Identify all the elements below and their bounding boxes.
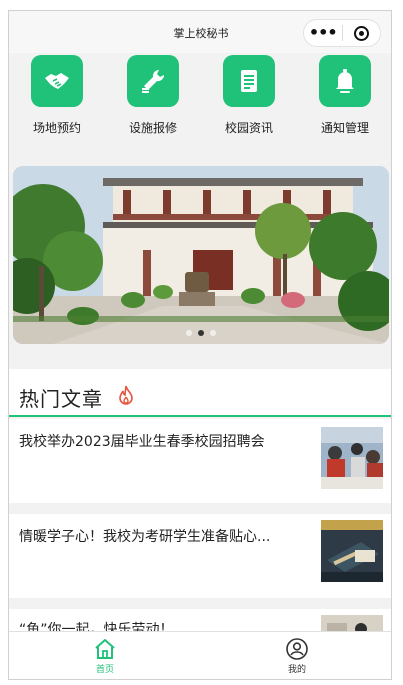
carousel-indicator xyxy=(13,330,389,336)
carousel-dot[interactable] xyxy=(210,330,216,336)
grid-label: 设施报修 xyxy=(128,121,177,135)
quick-access-grid: 场地预约 设施报修 校园资讯 通知管理 xyxy=(9,53,391,153)
home-icon xyxy=(95,639,115,659)
grid-label: 场地预约 xyxy=(32,121,81,135)
grid-item-facility-repair[interactable]: 设施报修 xyxy=(105,53,201,153)
carousel-dot[interactable] xyxy=(186,330,192,336)
handshake-icon xyxy=(31,55,83,107)
tab-mine[interactable]: 我的 xyxy=(201,632,391,679)
more-menu-button[interactable]: ••• xyxy=(304,20,342,46)
carousel-dot-active[interactable] xyxy=(198,330,204,336)
grid-label: 校园资讯 xyxy=(224,121,273,135)
tab-label: 首页 xyxy=(95,665,114,675)
close-program-button[interactable] xyxy=(342,25,380,41)
article-thumbnail xyxy=(321,520,383,582)
document-icon xyxy=(223,55,275,107)
user-profile-icon xyxy=(286,638,308,660)
target-icon xyxy=(353,25,369,41)
fire-icon xyxy=(119,385,133,405)
article-thumbnail xyxy=(321,427,383,489)
article-title: 情暖学子心！我校为考研学生准备贴心... xyxy=(19,529,271,545)
banner-carousel[interactable] xyxy=(13,166,389,344)
nav-bar: 掌上校秘书 ••• xyxy=(9,11,391,53)
tab-home[interactable]: 首页 xyxy=(9,632,201,679)
bell-icon xyxy=(319,55,371,107)
article-item[interactable]: 我校举办2023届毕业生春季校园招聘会 xyxy=(9,419,391,503)
mini-program-capsule: ••• xyxy=(303,19,381,47)
grid-item-venue-booking[interactable]: 场地预约 xyxy=(9,53,105,153)
campus-building-image xyxy=(13,166,389,344)
wrench-icon xyxy=(127,55,179,107)
article-title: 我校举办2023届毕业生春季校园招聘会 xyxy=(19,434,265,450)
grid-item-campus-news[interactable]: 校园资讯 xyxy=(201,53,297,153)
section-title: 热门文章 xyxy=(19,387,103,411)
grid-label: 通知管理 xyxy=(320,121,369,135)
tab-label: 我的 xyxy=(287,665,306,675)
app-frame: 掌上校秘书 ••• 场地预约 设施报修 校园资讯 通知管理 热门文章 我校举办2… xyxy=(8,10,392,680)
hot-articles-header: 热门文章 xyxy=(9,369,391,417)
bottom-tab-bar: 首页 我的 xyxy=(9,631,391,679)
grid-item-notice-management[interactable]: 通知管理 xyxy=(297,53,391,153)
article-item[interactable]: 情暖学子心！我校为考研学生准备贴心... xyxy=(9,514,391,598)
